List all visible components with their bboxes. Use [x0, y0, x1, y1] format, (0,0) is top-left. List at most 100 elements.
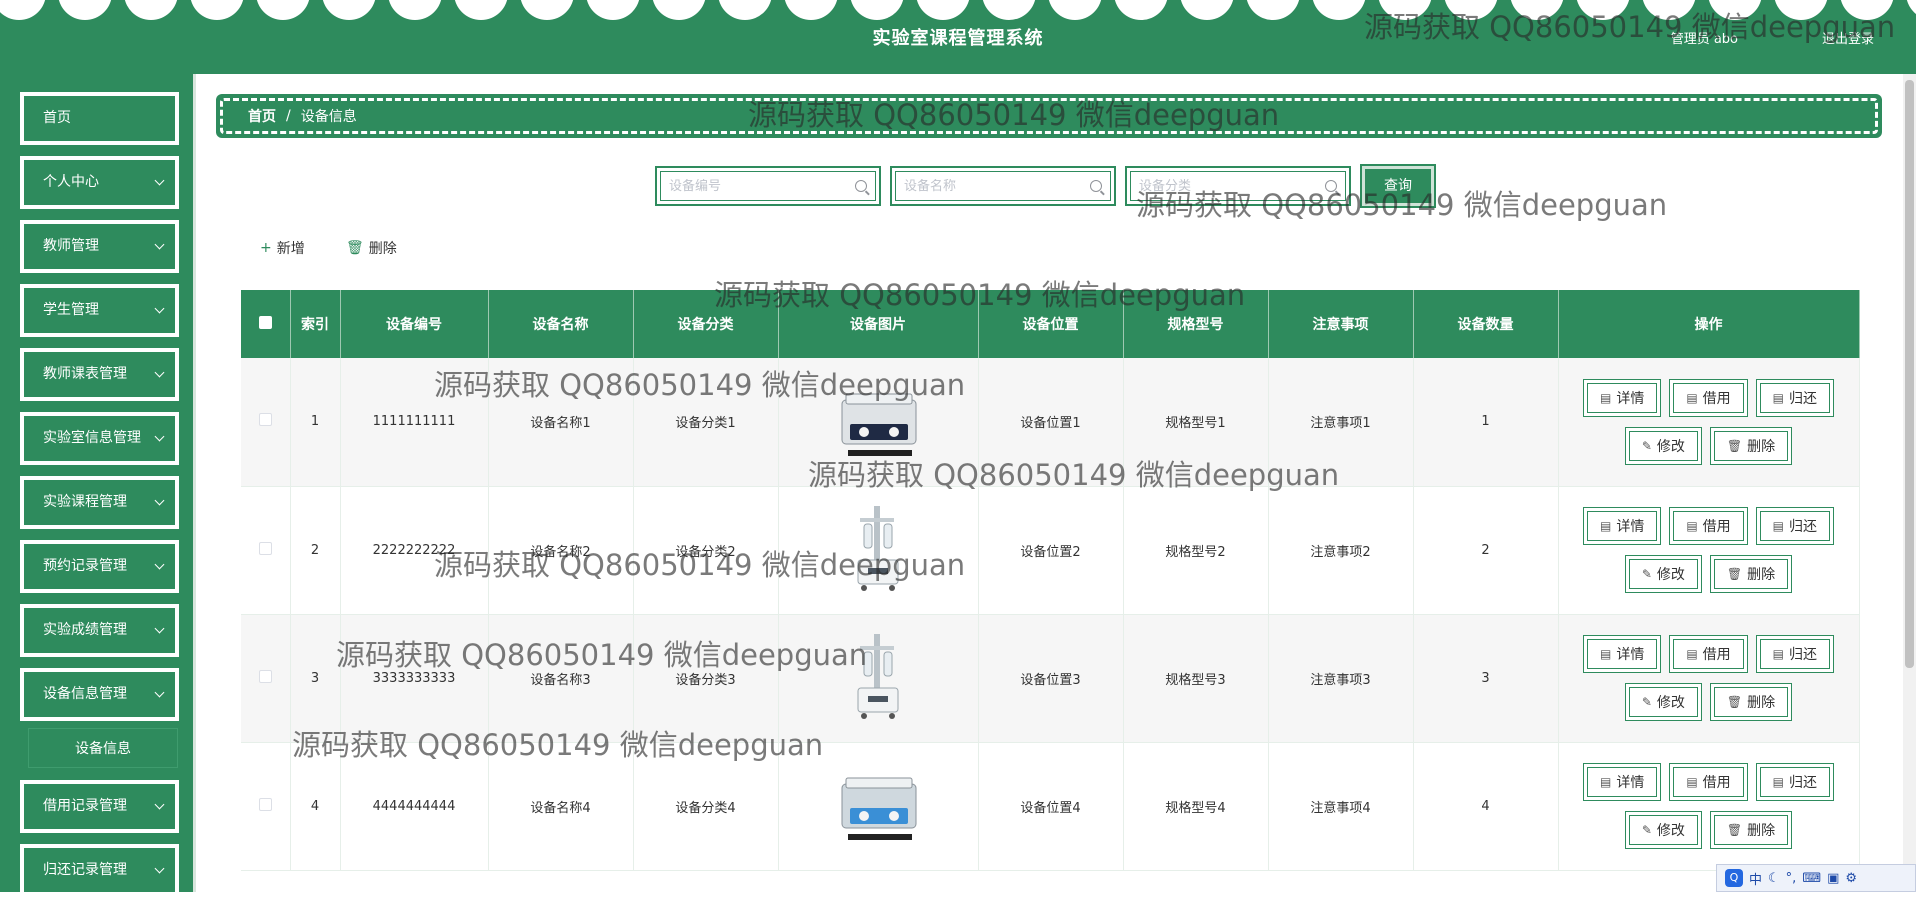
- row-checkbox[interactable]: [258, 797, 272, 811]
- cell-notes: 注意事项3: [1268, 614, 1414, 743]
- detail-button[interactable]: ▤ 详情: [1582, 378, 1662, 417]
- sidebar-item-equipment-management[interactable]: 设备信息管理: [20, 668, 179, 721]
- sidebar-item-home[interactable]: 首页: [20, 92, 179, 145]
- sidebar-item-student-management[interactable]: 学生管理: [20, 284, 179, 337]
- row-actions: ▤ 详情 ▤ 借用 ▤ 归还 ✎ 修改 🗑 删除: [1574, 378, 1844, 465]
- cell-equipment-location: 设备位置4: [978, 742, 1124, 871]
- logout-link[interactable]: 退出登录: [1822, 28, 1874, 47]
- row-checkbox[interactable]: [258, 669, 272, 683]
- sidebar-item-teacher-management[interactable]: 教师管理: [20, 220, 179, 273]
- sidebar-item-lab-grades[interactable]: 实验成绩管理: [20, 604, 179, 657]
- edit-button[interactable]: ✎ 修改: [1624, 555, 1702, 593]
- delete-label: 删除: [368, 241, 397, 257]
- row-delete-button[interactable]: 🗑 删除: [1709, 811, 1793, 849]
- search-icon: [1090, 180, 1102, 192]
- borrow-button[interactable]: ▤ 借用: [1669, 763, 1748, 801]
- cell-operations: ▤ 详情 ▤ 借用 ▤ 归还 ✎ 修改 🗑 删除: [1558, 358, 1860, 487]
- row-delete-label: 删除: [1747, 438, 1776, 455]
- cell-equipment-location: 设备位置3: [978, 614, 1124, 743]
- table-row[interactable]: 3 3333333333 设备名称3 设备分类3 设备位置3 规格型号3 注意事项3 3 ▤ 详情…: [241, 614, 1860, 743]
- page-scrollbar-thumb[interactable]: [1905, 80, 1914, 668]
- column-header: 设备编号: [340, 290, 489, 358]
- equipment-image: [828, 370, 928, 470]
- trash-icon: 🗑: [1726, 438, 1743, 453]
- equipment-table: 索引 设备编号 设备名称 设备分类 设备图片 设备位置 规格型号 注意事项 设备…: [241, 290, 1860, 871]
- sidebar-item-booking-records[interactable]: 预约记录管理: [20, 540, 179, 593]
- row-select-cell: [241, 742, 291, 871]
- edit-button[interactable]: ✎ 修改: [1624, 683, 1702, 721]
- cell-quantity: 1: [1413, 358, 1559, 487]
- equipment-code-search[interactable]: [655, 166, 881, 206]
- cell-equipment-name: 设备名称3: [488, 614, 634, 743]
- scallop-shape: [1576, 0, 1630, 20]
- return-button[interactable]: ▤ 归还: [1755, 378, 1835, 417]
- scallop-shape: [718, 0, 772, 20]
- cell-equipment-category: 设备分类2: [633, 486, 779, 615]
- cell-spec-model: 规格型号1: [1123, 358, 1269, 487]
- return-label: 归还: [1789, 647, 1818, 663]
- chevron-down-icon: [154, 303, 165, 314]
- return-button[interactable]: ▤ 归还: [1755, 507, 1835, 545]
- plus-icon: +: [260, 240, 272, 256]
- row-actions: ▤ 详情 ▤ 借用 ▤ 归还 ✎ 修改 🗑 删除: [1574, 635, 1844, 721]
- equipment-name-input[interactable]: [904, 178, 1090, 194]
- scallop-shape: [1246, 0, 1300, 20]
- equipment-category-search[interactable]: [1125, 166, 1351, 206]
- borrow-button[interactable]: ▤ 借用: [1669, 507, 1748, 545]
- row-checkbox[interactable]: [258, 413, 272, 427]
- sidebar-item-return-records[interactable]: 归还记录管理: [20, 844, 179, 897]
- ime-toolbar[interactable]: Q 中 ☾ °, ⌨ ▣ ⚙: [1716, 864, 1916, 892]
- row-delete-button[interactable]: 🗑 删除: [1709, 426, 1793, 465]
- table-row[interactable]: 1 1111111111 设备名称1 设备分类1 设备位置1 规格型号1 注意事项1 1 ▤ 详情…: [241, 358, 1860, 487]
- sidebar-item-label: 实验成绩管理: [43, 622, 127, 638]
- chevron-down-icon: [154, 175, 165, 186]
- scallop-shape: [1114, 0, 1168, 20]
- row-checkbox[interactable]: [258, 541, 272, 555]
- detail-button[interactable]: ▤ 详情: [1582, 635, 1662, 673]
- sidebar-item-label: 设备信息管理: [43, 686, 127, 702]
- sidebar-item-lab-info[interactable]: 实验室信息管理: [20, 412, 179, 465]
- sidebar-item-teacher-schedule[interactable]: 教师课表管理: [20, 348, 179, 401]
- scallop-shape: [652, 0, 706, 20]
- detail-button[interactable]: ▤ 详情: [1582, 507, 1662, 545]
- equipment-code-input[interactable]: [669, 178, 855, 194]
- detail-label: 详情: [1616, 390, 1645, 407]
- sidebar-item-label: 归还记录管理: [43, 862, 127, 878]
- ime-mode[interactable]: 中: [1749, 869, 1762, 888]
- return-button[interactable]: ▤ 归还: [1755, 763, 1835, 801]
- sidebar-subitem-equipment-info[interactable]: 设备信息: [28, 728, 178, 768]
- cell-operations: ▤ 详情 ▤ 借用 ▤ 归还 ✎ 修改 🗑 删除: [1558, 742, 1860, 871]
- row-delete-button[interactable]: 🗑 删除: [1709, 683, 1793, 721]
- query-button[interactable]: 查询: [1360, 164, 1436, 208]
- table-row[interactable]: 4 4444444444 设备名称4 设备分类4 设备位置4 规格型号4 注意事项4 4 ▤ 详情…: [241, 742, 1860, 871]
- batch-delete-button[interactable]: 🗑 删除: [346, 238, 397, 258]
- edit-button[interactable]: ✎ 修改: [1624, 426, 1702, 465]
- cell-equipment-location: 设备位置2: [978, 486, 1124, 615]
- equipment-category-input[interactable]: [1139, 178, 1325, 194]
- add-button[interactable]: + 新增: [260, 238, 305, 258]
- column-header: 设备位置: [978, 290, 1124, 358]
- select-all-checkbox[interactable]: [258, 315, 272, 329]
- sidebar-item-personal-center[interactable]: 个人中心: [20, 156, 179, 209]
- cell-equipment-category: 设备分类4: [633, 742, 779, 871]
- borrow-button[interactable]: ▤ 借用: [1669, 635, 1748, 673]
- sidebar-item-lab-course[interactable]: 实验课程管理: [20, 476, 179, 529]
- scallop-shape: [1774, 0, 1828, 20]
- return-button[interactable]: ▤ 归还: [1755, 635, 1835, 673]
- detail-label: 详情: [1616, 647, 1645, 663]
- skin-icon: ▣: [1827, 870, 1840, 886]
- table-row[interactable]: 2 2222222222 设备名称2 设备分类2 设备位置2 规格型号2 注意事项2 2 ▤ 详情…: [241, 486, 1860, 615]
- chevron-down-icon: [154, 367, 165, 378]
- document-icon: ▤: [1686, 775, 1698, 789]
- document-icon: ▤: [1772, 519, 1785, 533]
- edit-button[interactable]: ✎ 修改: [1624, 811, 1702, 849]
- breadcrumb-home[interactable]: 首页: [248, 106, 276, 126]
- borrow-button[interactable]: ▤ 借用: [1669, 378, 1748, 417]
- row-delete-button[interactable]: 🗑 删除: [1709, 555, 1793, 593]
- sidebar-item-borrow-records[interactable]: 借用记录管理: [20, 780, 179, 833]
- borrow-label: 借用: [1702, 390, 1731, 407]
- detail-button[interactable]: ▤ 详情: [1582, 763, 1662, 801]
- scallop-shape: [1906, 0, 1916, 20]
- cell-equipment-code: 1111111111: [340, 358, 489, 487]
- equipment-name-search[interactable]: [890, 166, 1116, 206]
